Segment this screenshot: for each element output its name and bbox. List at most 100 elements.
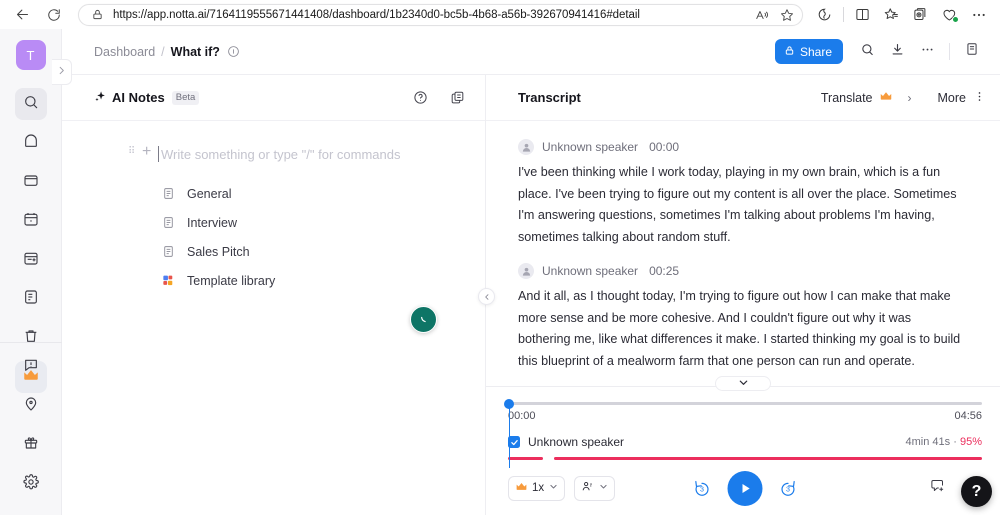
transport-controls: 3 3: [693, 470, 798, 506]
copilot-icon[interactable]: [811, 2, 838, 28]
lock-icon: [784, 45, 795, 59]
breadcrumb-root[interactable]: Dashboard: [94, 45, 155, 59]
drag-handle-icon[interactable]: ⠿: [128, 147, 136, 157]
template-item-template-library[interactable]: Template library: [162, 266, 485, 295]
sidebar-item-calendar[interactable]: [15, 205, 47, 237]
header-panel-toggle-button[interactable]: [958, 38, 986, 66]
transcript-actions: Translate › More: [821, 89, 986, 106]
sidebar-item-whats-new[interactable]: [15, 390, 47, 422]
sidebar-item-search[interactable]: [14, 88, 47, 120]
star-icon[interactable]: [778, 6, 796, 24]
segment-timestamp[interactable]: 00:00: [649, 140, 679, 154]
seek-track[interactable]: [504, 398, 982, 409]
speaker-avatar-icon: [518, 139, 534, 155]
forward-3s-icon[interactable]: 3: [779, 479, 798, 498]
sidebar-item-settings[interactable]: [15, 468, 47, 500]
sidebar-item-feedback[interactable]: [15, 351, 47, 383]
calendar-add-icon: [23, 250, 39, 271]
divider: [949, 43, 950, 60]
kebab-menu-icon: [973, 90, 986, 106]
document-icon: [162, 245, 175, 258]
read-aloud-icon[interactable]: [753, 6, 771, 24]
transcript-segment[interactable]: Unknown speaker 00:00 I've been thinking…: [518, 139, 986, 248]
notes-editor-row[interactable]: ⠿ + Write something or type "/" for comm…: [62, 143, 485, 165]
split-panes: AI Notes Beta ⠿ + Write something or typ…: [62, 75, 1000, 515]
split-screen-icon[interactable]: [849, 2, 876, 28]
whats-new-icon: [23, 396, 39, 417]
download-icon: [890, 42, 905, 62]
settings-more-icon[interactable]: [965, 2, 992, 28]
sidebar-expand-button[interactable]: [52, 59, 72, 85]
speaker-percent: 95%: [959, 436, 982, 448]
whatsapp-icon[interactable]: [410, 306, 437, 333]
playback-speed-button[interactable]: 1x: [508, 475, 566, 501]
sidebar-item-folder[interactable]: [15, 166, 47, 198]
speaker-filter-button[interactable]: [574, 475, 616, 501]
transcript-segment[interactable]: Unknown speaker 00:25 And it all, as I t…: [518, 263, 986, 372]
avatar-initial: T: [26, 47, 35, 63]
notes-icon: [23, 289, 39, 310]
question-circle-icon[interactable]: [413, 90, 428, 105]
more-label: More: [937, 90, 966, 105]
sidebar-item-gift[interactable]: [15, 429, 47, 461]
template-item-sales-pitch[interactable]: Sales Pitch: [162, 237, 485, 266]
svg-text:3: 3: [700, 485, 704, 493]
browser-toolbar: https://app.notta.ai/7164119555671441408…: [0, 0, 1000, 29]
back-arrow-icon[interactable]: [8, 2, 36, 28]
speaker-track-label: Unknown speaker: [528, 435, 625, 449]
transcript-header: Transcript Translate › More: [486, 75, 1000, 121]
translate-button[interactable]: Translate ›: [821, 89, 912, 106]
favorites-icon[interactable]: [878, 2, 905, 28]
header-download-button[interactable]: [883, 38, 911, 66]
template-item-general[interactable]: General: [162, 179, 485, 208]
address-bar[interactable]: https://app.notta.ai/7164119555671441408…: [78, 3, 803, 26]
waveform-segment: [508, 457, 544, 460]
sidebar-item-home[interactable]: [15, 127, 47, 159]
add-note-icon[interactable]: [930, 478, 945, 498]
chevron-left-icon: [483, 288, 491, 306]
sidebar-item-calendar-add[interactable]: [15, 244, 47, 276]
chevron-down-icon: [738, 377, 749, 390]
help-fab-icon[interactable]: ?: [961, 476, 992, 507]
share-button[interactable]: Share: [774, 39, 843, 64]
play-button[interactable]: [727, 470, 763, 506]
segment-timestamp[interactable]: 00:25: [649, 264, 679, 278]
divider: [0, 342, 62, 343]
transcript-pane: Transcript Translate › More Unknown spea…: [486, 75, 1000, 515]
sidebar-bottom-group: [0, 342, 62, 507]
copy-icon[interactable]: [450, 90, 465, 105]
header-search-button[interactable]: [853, 38, 881, 66]
settings-gear-icon: [23, 473, 39, 495]
segment-header: Unknown speaker 00:00: [518, 139, 986, 155]
sidebar-item-notes[interactable]: [15, 283, 47, 315]
waveform-segment: [553, 457, 982, 460]
reload-icon[interactable]: [40, 2, 68, 28]
browser-action-icons: [811, 2, 992, 28]
transcript-body: Unknown speaker 00:00 I've been thinking…: [486, 121, 1000, 386]
template-list: General Interview Sales Pitch Template l…: [62, 179, 485, 295]
seek-area[interactable]: 00:00 04:56: [504, 387, 982, 468]
transcript-more-button[interactable]: More: [938, 90, 986, 106]
speaker-name: Unknown speaker: [542, 264, 639, 278]
template-label: General: [187, 186, 232, 201]
chevron-down-icon: [549, 482, 558, 494]
plus-icon[interactable]: +: [142, 144, 151, 160]
current-time: 00:00: [508, 410, 536, 422]
rewind-3s-icon[interactable]: 3: [693, 479, 712, 498]
header-more-button[interactable]: [913, 38, 941, 66]
template-label: Sales Pitch: [187, 244, 250, 259]
speaker-waveform[interactable]: [508, 457, 982, 460]
template-label: Interview: [187, 215, 238, 230]
player-collapse-button[interactable]: [715, 376, 771, 391]
info-icon[interactable]: [227, 45, 240, 58]
template-item-interview[interactable]: Interview: [162, 208, 485, 237]
translate-label: Translate: [820, 90, 873, 105]
avatar[interactable]: T: [15, 40, 46, 70]
folder-icon: [23, 172, 39, 193]
speaker-track-row: Unknown speaker 4min 41s · 95%: [508, 435, 982, 449]
pane-collapse-button[interactable]: [478, 288, 495, 305]
ai-notes-title: AI Notes: [112, 90, 165, 105]
browser-essentials-icon[interactable]: [936, 2, 963, 28]
text-caret: [158, 145, 159, 162]
collections-icon[interactable]: [907, 2, 934, 28]
